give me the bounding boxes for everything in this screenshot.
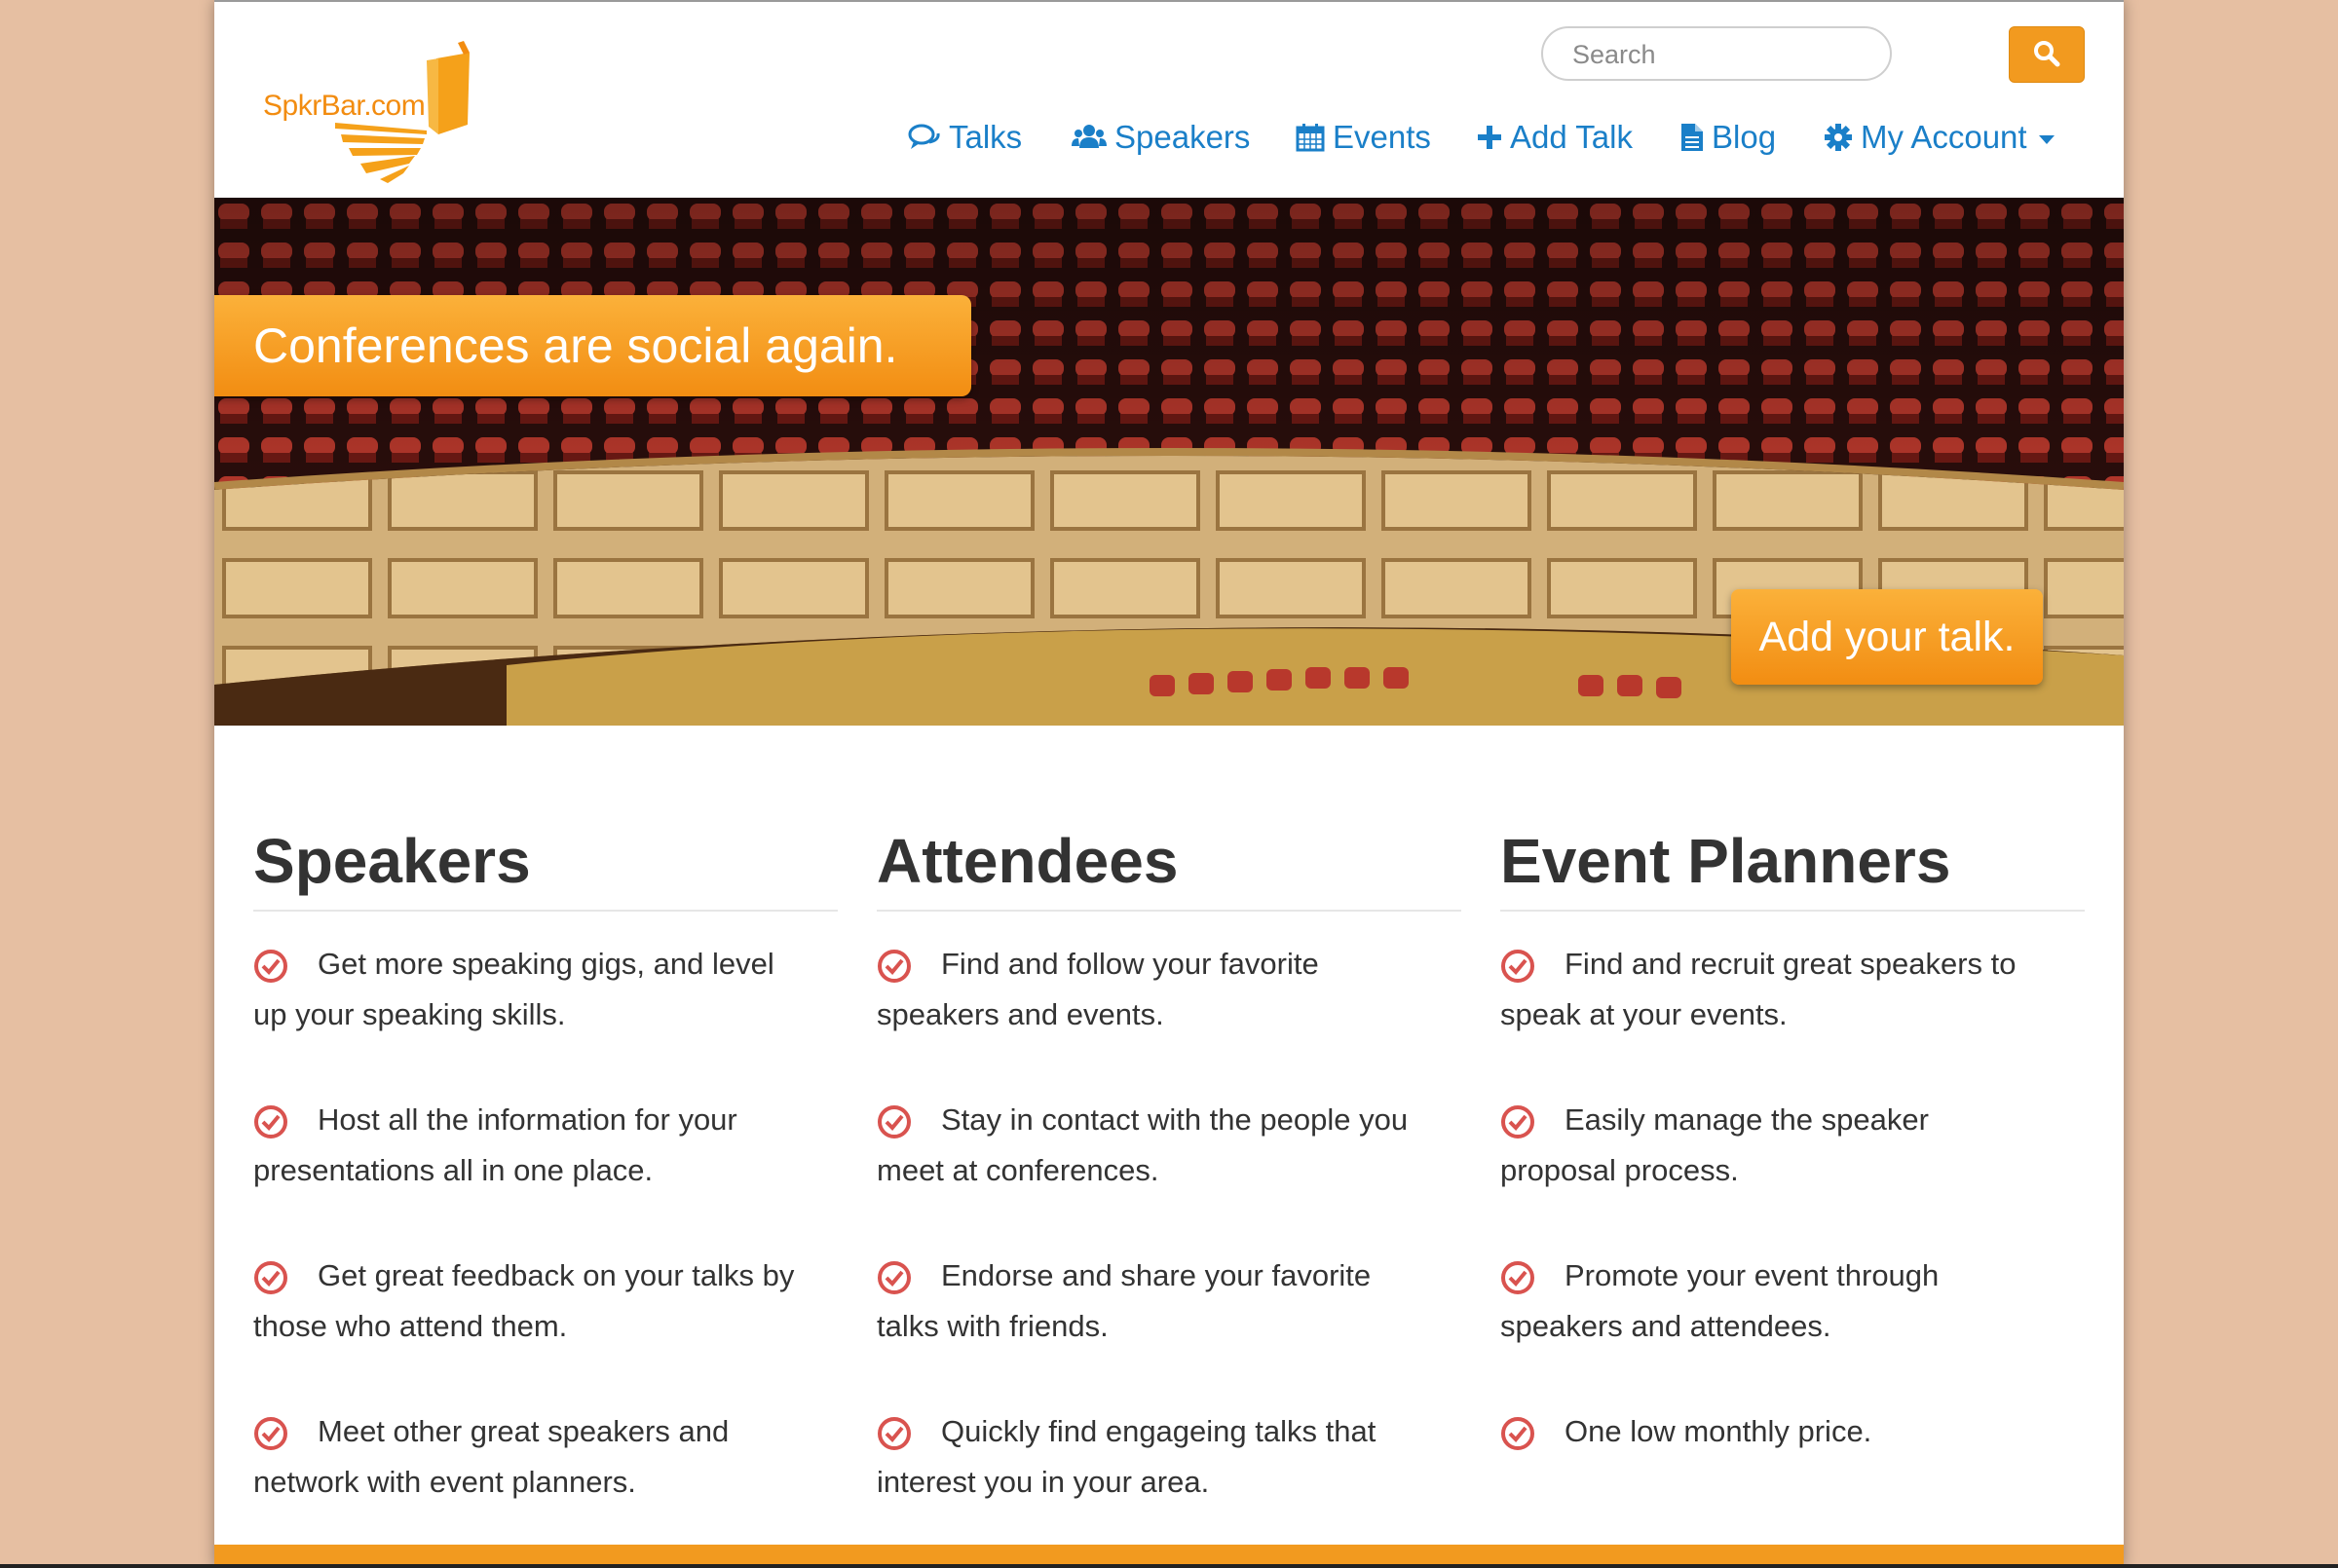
column-title: Speakers (253, 826, 531, 896)
search-icon (2034, 40, 2060, 66)
search-button[interactable] (2009, 26, 2085, 83)
check-circle-icon (878, 1417, 911, 1450)
nav-blog-label: Blog (1712, 119, 1777, 155)
check-circle-icon (254, 1417, 287, 1450)
feature-item: Easily manage the speaker proposal proce… (1500, 1095, 2085, 1223)
attendees-column: Attendees Find and follow your favorite … (877, 822, 1461, 1535)
nav-speakers[interactable]: Speakers (1072, 115, 1250, 160)
nav-add-talk[interactable]: Add Talk (1477, 115, 1633, 160)
event-planners-column: Event Planners Find and recruit great sp… (1500, 822, 2085, 1535)
feature-text: Find and follow your favorite speakers a… (877, 947, 1319, 1031)
top-border (214, 0, 2124, 2)
nav-events[interactable]: Events (1296, 115, 1431, 160)
feature-item: Meet other great speakers and network wi… (253, 1406, 838, 1535)
column-title: Event Planners (1500, 826, 1951, 896)
check-circle-icon (878, 1261, 911, 1294)
nav-add-talk-label: Add Talk (1510, 119, 1633, 155)
feature-text: Host all the information for your presen… (253, 1102, 737, 1187)
check-circle-icon (878, 1105, 911, 1139)
hero-tagline: Conferences are social again. (214, 295, 971, 396)
feature-text: Meet other great speakers and network wi… (253, 1414, 730, 1499)
check-circle-icon (1501, 1417, 1534, 1450)
speakers-column: Speakers Get more speaking gigs, and lev… (253, 822, 838, 1535)
nav-talks-label: Talks (949, 119, 1023, 155)
window-bottom-edge (0, 1564, 2338, 1568)
search-box (1541, 26, 1892, 81)
feature-item: Promote your event through speakers and … (1500, 1251, 2085, 1379)
feature-text: Promote your event through speakers and … (1500, 1258, 1940, 1343)
feature-text: Get more speaking gigs, and level up you… (253, 947, 774, 1031)
feature-text: Easily manage the speaker proposal proce… (1500, 1102, 1929, 1187)
logo[interactable]: SpkrBar.com (263, 37, 516, 183)
comments-icon (908, 124, 940, 149)
plus-icon (1478, 126, 1501, 149)
chevron-down-icon (2038, 134, 2055, 144)
column-title: Attendees (877, 826, 1179, 896)
feature-item: Quickly find engageing talks that intere… (877, 1406, 1461, 1535)
feature-item: One low monthly price. (1500, 1406, 2085, 1535)
feature-text: Get great feedback on your talks by thos… (253, 1258, 795, 1343)
nav-talks[interactable]: Talks (908, 115, 1022, 160)
nav-events-label: Events (1333, 119, 1431, 155)
feature-item: Get more speaking gigs, and level up you… (253, 939, 838, 1067)
divider (253, 910, 838, 912)
search-input[interactable] (1570, 28, 1886, 81)
nav-speakers-label: Speakers (1114, 119, 1251, 155)
check-circle-icon (1501, 950, 1534, 983)
feature-text: Stay in contact with the people you meet… (877, 1102, 1409, 1187)
hero-banner: Conferences are social again. Add your t… (214, 198, 2124, 726)
nav-blog[interactable]: Blog (1680, 115, 1776, 160)
nav-my-account-label: My Account (1861, 119, 2027, 155)
divider (877, 910, 1461, 912)
feature-text: One low monthly price. (1565, 1414, 1872, 1448)
feature-text: Find and recruit great speakers to speak… (1500, 947, 2017, 1031)
check-circle-icon (254, 1105, 287, 1139)
check-circle-icon (254, 950, 287, 983)
check-circle-icon (1501, 1105, 1534, 1139)
divider (1500, 910, 2085, 912)
feature-item: Stay in contact with the people you meet… (877, 1095, 1461, 1223)
feature-text: Endorse and share your favorite talks wi… (877, 1258, 1372, 1343)
nav-my-account[interactable]: My Account (1824, 115, 2055, 160)
page: SpkrBar.com Talks (214, 0, 2124, 1568)
check-circle-icon (1501, 1261, 1534, 1294)
feature-text: Quickly find engageing talks that intere… (877, 1414, 1376, 1499)
feature-item: Get great feedback on your talks by thos… (253, 1251, 838, 1379)
calendar-icon (1296, 124, 1325, 152)
add-your-talk-button[interactable]: Add your talk. (1731, 589, 2043, 685)
feature-item: Endorse and share your favorite talks wi… (877, 1251, 1461, 1379)
gear-icon (1825, 124, 1852, 151)
document-icon (1681, 124, 1703, 151)
users-icon (1072, 125, 1107, 148)
feature-item: Host all the information for your presen… (253, 1095, 838, 1223)
feature-item: Find and recruit great speakers to speak… (1500, 939, 2085, 1067)
check-circle-icon (878, 950, 911, 983)
logo-text: SpkrBar.com (263, 90, 426, 122)
check-circle-icon (254, 1261, 287, 1294)
feature-item: Find and follow your favorite speakers a… (877, 939, 1461, 1067)
